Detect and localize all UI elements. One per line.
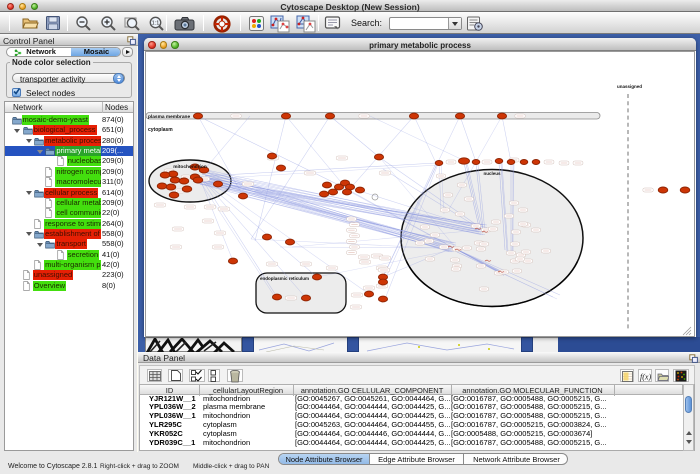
svg-text:plasma membrane: plasma membrane	[148, 114, 190, 120]
svg-text:cytoplasm: cytoplasm	[148, 127, 173, 133]
svg-text:endoplasmic reticulum: endoplasmic reticulum	[260, 276, 309, 281]
svg-text:mitochondrion: mitochondrion	[173, 164, 207, 170]
svg-text:nucleus: nucleus	[483, 171, 501, 176]
svg-text:1:1: 1:1	[152, 21, 160, 27]
svg-text:f(x): f(x)	[640, 373, 651, 382]
svg-text:unassigned: unassigned	[617, 84, 642, 89]
